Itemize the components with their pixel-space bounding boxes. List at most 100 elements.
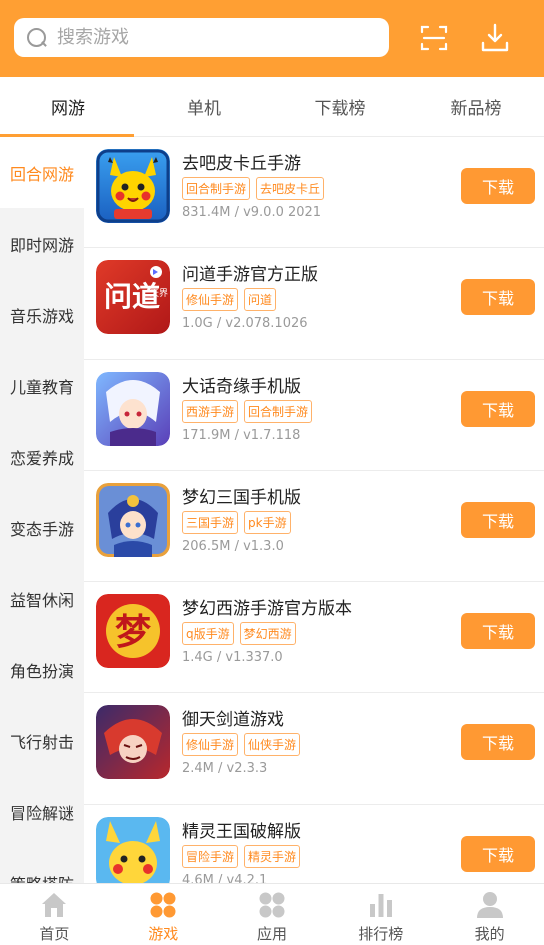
nav-profile[interactable]: 我的	[435, 884, 544, 945]
game-tags: q版手游 梦幻西游	[182, 622, 296, 646]
game-meta: 1.0G / v2.078.1026	[182, 316, 308, 332]
game-tags: 西游手游 回合制手游	[182, 399, 313, 423]
game-list-item[interactable]: 问道 天界 问道手游官方正版 修仙手游 问道 1.0G / v2.078.102…	[84, 248, 544, 360]
dahua-game-icon[interactable]	[96, 371, 170, 446]
download-game-button[interactable]: 下载	[461, 724, 535, 761]
pikachu-game-icon[interactable]	[96, 149, 170, 223]
nav-label: 应用	[256, 925, 287, 943]
game-list-item[interactable]: 精灵王国破解版 冒险手游 精灵手游 4.6M / v4.2.1 下载	[84, 805, 544, 883]
download-game-button[interactable]: 下载	[461, 613, 535, 650]
game-list-item[interactable]: 大话奇缘手机版 西游手游 回合制手游 171.9M / v1.7.118 下载	[84, 360, 544, 471]
game-tag[interactable]: 修仙手游	[182, 288, 239, 312]
game-tags: 修仙手游 仙侠手游	[182, 733, 301, 757]
nav-label: 我的	[474, 925, 505, 943]
game-tag[interactable]: 问道	[244, 288, 277, 312]
game-tags: 冒险手游 精灵手游	[182, 844, 301, 868]
game-tag[interactable]: 回合制手游	[182, 177, 251, 200]
game-list: 去吧皮卡丘手游 回合制手游 去吧皮卡丘 831.4M / v9.0.0 2021…	[84, 137, 544, 883]
game-tag[interactable]: 修仙手游	[182, 733, 239, 757]
game-tags: 回合制手游 去吧皮卡丘	[182, 177, 325, 200]
game-name: 梦幻西游手游官方版本	[182, 599, 352, 620]
game-meta: 1.4G / v1.337.0	[182, 650, 283, 666]
game-meta: 2.4M / v2.3.3	[182, 761, 268, 777]
scan-button[interactable]	[418, 22, 450, 54]
download-game-button[interactable]: 下载	[461, 279, 535, 316]
game-list-item[interactable]: 梦幻三国手机版 三国手游 pk手游 206.5M / v1.3.0 下载	[84, 471, 544, 583]
menghuan-game-icon[interactable]: 梦	[96, 594, 170, 669]
game-tags: 三国手游 pk手游	[182, 510, 291, 534]
menghuan-logo-text: 梦	[115, 611, 151, 653]
tab-single[interactable]: 单机	[136, 77, 272, 136]
apps-icon	[259, 892, 285, 918]
game-tag[interactable]: 回合制手游	[244, 399, 313, 423]
category-item[interactable]: 即时网游	[0, 208, 84, 279]
download-game-button[interactable]: 下载	[461, 835, 535, 872]
category-item[interactable]: 恋爱养成	[0, 421, 84, 492]
wendao-logo-subtext: 天界	[150, 288, 168, 299]
category-item[interactable]: 益智休闲	[0, 563, 84, 634]
game-tag[interactable]: 精灵手游	[244, 844, 301, 868]
game-list-item[interactable]: 御天剑道游戏 修仙手游 仙侠手游 2.4M / v2.3.3 下载	[84, 693, 544, 805]
download-button[interactable]	[479, 22, 511, 54]
game-tag[interactable]: 三国手游	[182, 510, 239, 534]
sanguo-game-icon[interactable]	[96, 482, 170, 557]
game-name: 梦幻三国手机版	[182, 487, 301, 508]
nav-label: 排行榜	[358, 925, 404, 943]
game-meta: 831.4M / v9.0.0 2021	[182, 205, 322, 220]
nav-label: 首页	[39, 925, 70, 943]
game-meta: 4.6M / v4.2.1	[182, 872, 268, 883]
category-item[interactable]: 角色扮演	[0, 634, 84, 705]
profile-icon	[476, 892, 503, 918]
category-sidebar: 回合网游 即时网游 音乐游戏 儿童教育 恋爱养成 变态手游 益智休闲 角色扮演 …	[0, 137, 84, 883]
category-item[interactable]: 冒险解谜	[0, 776, 84, 847]
game-list-item[interactable]: 去吧皮卡丘手游 回合制手游 去吧皮卡丘 831.4M / v9.0.0 2021…	[84, 137, 544, 249]
game-tag[interactable]: 去吧皮卡丘	[256, 177, 325, 200]
game-icon	[150, 892, 176, 918]
game-meta: 171.9M / v1.7.118	[182, 427, 301, 443]
app-root: 网游 单机 下载榜 新品榜 回合网游 即时网游 音乐游戏 儿童教育 恋爱养成 变…	[0, 0, 544, 945]
jingling-game-icon[interactable]	[96, 816, 170, 883]
game-name: 精灵王国破解版	[182, 821, 301, 842]
search-bar[interactable]	[14, 18, 389, 57]
home-icon	[42, 893, 67, 917]
game-tag[interactable]: q版手游	[182, 622, 234, 646]
nav-game[interactable]: 游戏	[109, 884, 218, 945]
search-input[interactable]	[57, 27, 357, 48]
game-name: 御天剑道游戏	[182, 710, 284, 731]
game-tag[interactable]: 冒险手游	[182, 844, 239, 868]
category-item[interactable]: 策略塔防	[0, 847, 84, 884]
game-tag[interactable]: 梦幻西游	[239, 622, 296, 646]
header-bar	[0, 0, 544, 77]
wendao-game-icon[interactable]: 问道 天界	[96, 260, 170, 335]
nav-home[interactable]: 首页	[0, 884, 109, 945]
game-list-item[interactable]: 梦 梦幻西游手游官方版本 q版手游 梦幻西游 1.4G / v1.337.0 下…	[84, 582, 544, 694]
tab-new-ranking[interactable]: 新品榜	[408, 77, 544, 136]
game-name: 去吧皮卡丘手游	[182, 154, 301, 174]
category-item[interactable]: 音乐游戏	[0, 279, 84, 350]
game-tags: 修仙手游 问道	[182, 288, 277, 312]
game-tag[interactable]: 仙侠手游	[244, 733, 301, 757]
download-game-button[interactable]: 下载	[461, 390, 535, 427]
search-icon	[26, 27, 48, 49]
game-meta: 206.5M / v1.3.0	[182, 538, 284, 554]
category-item[interactable]: 回合网游	[0, 137, 84, 208]
tab-online[interactable]: 网游	[0, 77, 136, 137]
yutian-game-icon[interactable]	[96, 705, 170, 780]
ranking-icon	[369, 894, 392, 917]
scan-icon	[420, 25, 448, 51]
game-tag[interactable]: pk手游	[244, 510, 291, 534]
nav-apps[interactable]: 应用	[218, 884, 327, 945]
game-name: 问道手游官方正版	[182, 265, 318, 286]
download-icon	[481, 23, 509, 52]
category-item[interactable]: 儿童教育	[0, 350, 84, 421]
download-game-button[interactable]: 下载	[461, 168, 535, 204]
game-tag[interactable]: 西游手游	[182, 399, 239, 423]
category-item[interactable]: 飞行射击	[0, 705, 84, 776]
bottom-nav: 首页 游戏 应用 排行榜 我的	[0, 883, 544, 945]
download-game-button[interactable]: 下载	[461, 501, 535, 538]
category-item[interactable]: 变态手游	[0, 492, 84, 563]
tab-download-ranking[interactable]: 下载榜	[272, 77, 408, 136]
game-name: 大话奇缘手机版	[182, 376, 301, 397]
nav-ranking[interactable]: 排行榜	[326, 884, 435, 945]
top-tabs: 网游 单机 下载榜 新品榜	[0, 77, 544, 137]
